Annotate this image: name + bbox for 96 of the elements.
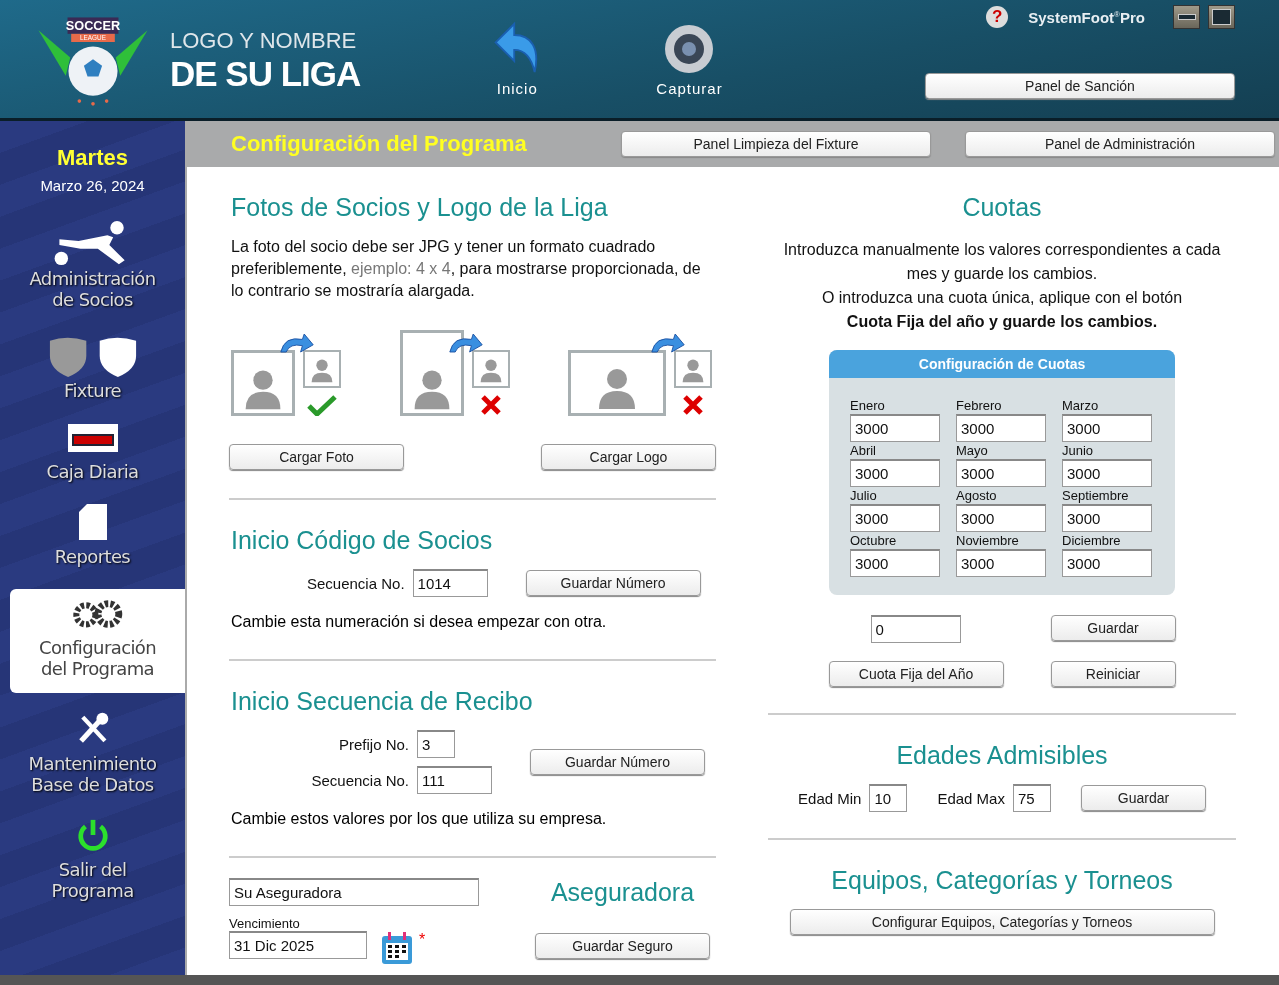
section-heading: Inicio Secuencia de Recibo — [231, 687, 534, 716]
month-label: Noviembre — [956, 533, 1020, 548]
fee-input[interactable]: 3000 — [850, 414, 940, 442]
cash-drawer-icon — [66, 423, 119, 453]
thumbnail-frame-drawing — [471, 350, 510, 388]
sequence-input[interactable]: 1014 — [412, 569, 488, 597]
month-label: Diciembre — [1062, 533, 1122, 548]
reset-button[interactable]: Reiniciar — [1050, 661, 1176, 687]
fees-instructions: O introduzca una cuota única, aplique con el botón — [820, 288, 1184, 308]
month-label: Abril — [850, 443, 877, 458]
fee-input[interactable]: 3000 — [1062, 459, 1152, 487]
power-icon — [75, 817, 110, 853]
webcam-icon — [664, 24, 715, 74]
fees-instructions: Cuota Fija del año y guarde los cambios. — [845, 312, 1159, 332]
sidebar-item[interactable]: Caja Diaria — [0, 423, 185, 482]
field-label: Secuencia No. — [311, 771, 409, 789]
brand-name: SystemFoot$^{®}$Pro — [1028, 8, 1145, 26]
save-button[interactable]: Guardar — [1050, 615, 1176, 641]
month-label: Agosto — [956, 488, 998, 503]
insurer-input[interactable]: Su Aseguradora — [229, 878, 479, 906]
minimize-button[interactable] — [1173, 5, 1200, 29]
prefix-input[interactable]: 3 — [417, 730, 455, 758]
fee-input[interactable]: 3000 — [1062, 504, 1152, 532]
fixed-fee-input[interactable]: 0 — [870, 615, 961, 643]
photo-frame-drawing — [231, 350, 295, 416]
field-label: Edad Min — [798, 789, 862, 807]
section-heading: Edades Admisibles — [895, 741, 1109, 770]
sidebar-item[interactable]: Administración de Socios — [0, 220, 185, 310]
calendar-icon[interactable] — [381, 931, 413, 965]
capture-button[interactable]: Capturar — [656, 24, 723, 97]
save-button[interactable]: Guardar — [1080, 785, 1206, 811]
field-label: Prefijo No. — [338, 735, 409, 753]
gears-icon — [71, 599, 124, 629]
max-age-input[interactable]: 75 — [1012, 784, 1051, 812]
page-title: Configuración del Programa — [231, 131, 528, 157]
month-label: Enero — [850, 398, 886, 413]
fees-instructions: Introduzca manualmente los valores correspondientes a cada mes y guarde los cambios. — [782, 240, 1222, 284]
note-text: Cambie estos valores por los que utiliza su empresa. — [231, 810, 608, 828]
section-heading: Cuotas — [961, 193, 1043, 222]
configure-teams-button[interactable]: Configurar Equipos, Categorías y Torneos — [789, 909, 1215, 935]
field-label: Vencimiento — [229, 916, 301, 931]
fee-input[interactable]: 3000 — [956, 459, 1046, 487]
fee-input[interactable]: 3000 — [1062, 414, 1152, 442]
home-button[interactable]: Inicio — [492, 22, 543, 97]
date-label: Marzo 26, 2024 — [39, 177, 146, 194]
field-label: Secuencia No. — [307, 574, 405, 592]
curved-arrow-icon — [650, 332, 686, 354]
fee-input[interactable]: 3000 — [956, 414, 1046, 442]
thumbnail-frame-drawing — [303, 350, 341, 388]
field-label: Edad Max — [937, 789, 1005, 807]
month-label: Marzo — [1062, 398, 1100, 413]
curved-arrow-icon — [447, 332, 484, 354]
sequence-input[interactable]: 111 — [417, 766, 492, 794]
fee-input[interactable]: 3000 — [850, 504, 940, 532]
section-heading: Inicio Código de Socios — [231, 526, 494, 555]
fixed-fee-button[interactable]: Cuota Fija del Año — [828, 661, 1004, 687]
sidebar-item[interactable]: Salir del Programa — [0, 817, 185, 901]
help-icon[interactable]: ? — [986, 6, 1009, 28]
sidebar-item[interactable]: Mantenimiento Base de Datos — [0, 711, 185, 795]
sidebar-item[interactable]: Configuración del Programa — [10, 589, 185, 693]
fee-input[interactable]: 3000 — [850, 549, 940, 577]
sanction-panel-button[interactable]: Panel de Sanción — [925, 73, 1235, 99]
section-heading: Fotos de Socios y Logo de la Liga — [231, 193, 609, 222]
league-name-line: LOGO Y NOMBRE — [170, 28, 358, 54]
min-age-input[interactable]: 10 — [869, 784, 908, 812]
fee-input[interactable]: 3000 — [956, 504, 1046, 532]
note-text: Cambie esta numeración si desea empezar con otra. — [231, 613, 608, 631]
weekday-label: Martes — [56, 145, 129, 171]
section-heading: Equipos, Categorías y Torneos — [830, 866, 1174, 895]
month-label: Febrero — [956, 398, 1003, 413]
month-label: Julio — [850, 488, 878, 503]
section-heading: Aseguradora — [550, 878, 695, 907]
month-label: Septiembre — [1062, 488, 1130, 503]
month-label: Octubre — [850, 533, 898, 548]
league-name-line: DE SU LIGA — [170, 54, 361, 94]
fee-input[interactable]: 3000 — [1062, 549, 1152, 577]
save-number-button[interactable]: Guardar Número — [525, 570, 701, 596]
curved-arrow-icon — [279, 332, 315, 354]
fee-input[interactable]: 3000 — [850, 459, 940, 487]
panel-button[interactable]: Panel de Administración — [965, 131, 1275, 157]
load-logo-button[interactable]: Cargar Logo — [541, 444, 716, 470]
panel-button[interactable]: Panel Limpieza del Fixture — [621, 131, 931, 157]
required-mark: * — [419, 931, 426, 949]
load-photo-button[interactable]: Cargar Foto — [229, 444, 404, 470]
maximize-button[interactable] — [1208, 5, 1235, 29]
save-insurance-button[interactable]: Guardar Seguro — [535, 933, 710, 959]
fee-input[interactable]: 3000 — [956, 549, 1046, 577]
photo-instructions: La foto del socio debe ser JPG y tener un formato cuadrado preferiblemente, ejemplo: 4 x 4, para mostrarse proporcionada, de lo contrario se mostraría alargada. — [231, 237, 702, 301]
sidebar-item[interactable]: Fixture — [0, 332, 185, 401]
panel-header: Configuración de Cuotas — [829, 350, 1175, 378]
expiry-date-input[interactable]: 31 Dic 2025 — [229, 931, 367, 959]
month-label: Junio — [1062, 443, 1095, 458]
thumbnail-frame-drawing — [674, 350, 712, 388]
save-number-button[interactable]: Guardar Número — [530, 749, 705, 775]
sidebar-item[interactable]: Reportes — [0, 504, 185, 567]
month-label: Mayo — [956, 443, 989, 458]
